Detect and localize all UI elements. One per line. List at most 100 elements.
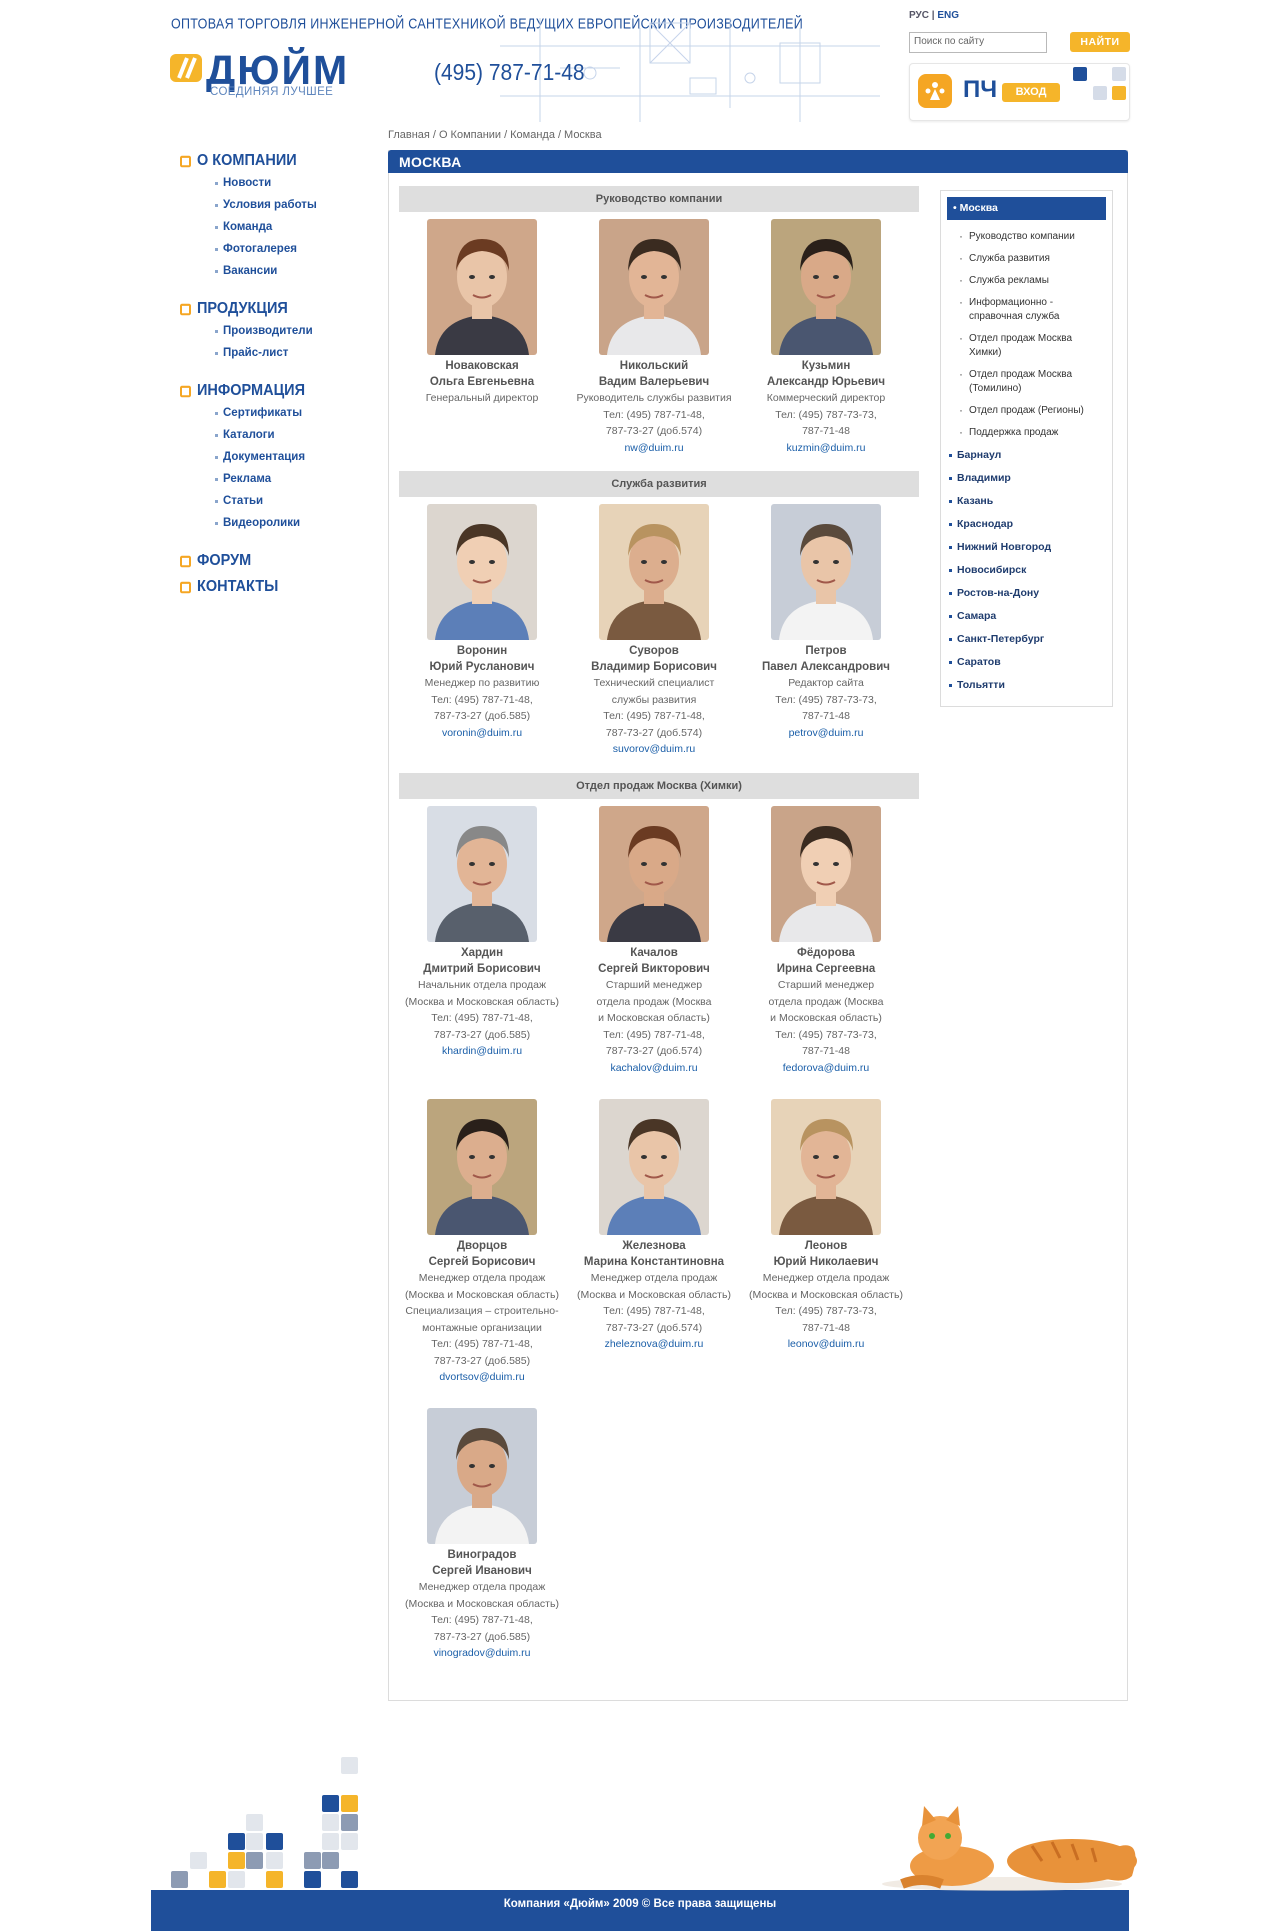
subnav-city-item[interactable]: Краснодар: [947, 513, 1106, 536]
breadcrumb-team[interactable]: Команда: [510, 129, 555, 141]
square-bullet-icon: [180, 155, 191, 167]
employee-detail: Генеральный директор: [425, 392, 539, 404]
subnav-city-item[interactable]: Барнаул: [947, 444, 1106, 467]
deco-square: [209, 1871, 226, 1888]
employee-photo: [599, 806, 709, 942]
nav-item-catalogs[interactable]: Каталоги: [215, 424, 370, 446]
deco-square: [341, 1814, 358, 1831]
nav-title-products[interactable]: ПРОДУКЦИЯ: [180, 297, 370, 320]
subnav-city-item[interactable]: Нижний Новгород: [947, 536, 1106, 559]
page: ОПТОВАЯ ТОРГОВЛЯ ИНЖЕНЕРНОЙ САНТЕХНИКОЙ …: [0, 0, 1280, 1931]
employee-email-link[interactable]: fedorova@duim.ru: [783, 1062, 870, 1074]
lang-ru-link[interactable]: РУС: [909, 10, 929, 21]
employee-surname: Никольский: [619, 360, 689, 372]
employee-detail: Специализация – строительно-: [405, 1305, 559, 1317]
nav-item-pricelist[interactable]: Прайс-лист: [215, 342, 370, 364]
nav-item-certificates[interactable]: Сертификаты: [215, 402, 370, 424]
nav-section-forum: ФОРУМ: [180, 550, 370, 572]
subnav-department-item[interactable]: Отдел продаж (Регионы): [947, 400, 1106, 422]
employee-detail: 787-73-27 (доб.574): [605, 1321, 703, 1334]
employee-detail: и Московская область): [598, 1012, 710, 1024]
employee-card: Воронин Юрий Русланович Менеджер по развит…: [396, 504, 568, 741]
square-bullet-icon: [180, 555, 191, 567]
nav-item-manufacturers[interactable]: Производители: [215, 320, 370, 342]
employee-photo: [771, 806, 881, 942]
employee-detail: (Москва и Московская область): [577, 1288, 731, 1301]
subnav-city-item[interactable]: Владимир: [947, 467, 1106, 490]
nav-item-gallery[interactable]: Фотогалерея: [215, 238, 370, 260]
subnav-active-moscow[interactable]: • Москва: [947, 197, 1106, 220]
deco-square: [266, 1871, 283, 1888]
department-header: Отдел продаж Москва (Химки): [399, 773, 919, 799]
nav-item-news[interactable]: Новости: [215, 172, 370, 194]
nav-item-vacancies[interactable]: Вакансии: [215, 260, 370, 282]
employee-email-link[interactable]: nw@duim.ru: [624, 442, 683, 454]
employee-detail: 787-71-48: [802, 1321, 850, 1334]
nav-item-videos[interactable]: Видеоролики: [215, 512, 370, 534]
subnav-city-item[interactable]: Новосибирск: [947, 559, 1106, 582]
subnav-department-item[interactable]: Служба развития: [947, 248, 1106, 270]
subnav-city-item[interactable]: Санкт-Петербург: [947, 628, 1106, 651]
subnav-city-item[interactable]: Саратов: [947, 651, 1106, 674]
nav-item-terms[interactable]: Условия работы: [215, 194, 370, 216]
subnav-department-item[interactable]: Служба рекламы: [947, 270, 1106, 292]
subnav-city-item[interactable]: Самара: [947, 605, 1106, 628]
nav-title-contacts[interactable]: КОНТАКТЫ: [180, 575, 370, 598]
lang-en-link[interactable]: ENG: [937, 10, 959, 21]
subnav-department-item[interactable]: Поддержка продаж: [947, 422, 1106, 444]
employee-email-link[interactable]: petrov@duim.ru: [789, 727, 864, 739]
employee-given-name: Александр Юрьевич: [766, 376, 886, 388]
employee-email-link[interactable]: zheleznova@duim.ru: [605, 1338, 704, 1350]
breadcrumb-company[interactable]: О Компании: [439, 129, 501, 141]
employee-surname: Кузьмин: [801, 360, 851, 372]
employee-detail: 787-73-27 (доб.574): [605, 425, 703, 437]
subnav-department-list: Руководство компанииСлужба развитияСлужб…: [947, 226, 1106, 444]
employee-surname: Суворов: [629, 645, 679, 657]
employee-detail: 787-73-27 (доб.585): [433, 710, 531, 722]
employee-email-link[interactable]: suvorov@duim.ru: [613, 743, 695, 755]
subnav-department-item[interactable]: Отдел продаж Москва Химки): [947, 328, 1106, 364]
subnav-city-item[interactable]: Казань: [947, 490, 1106, 513]
employee-card: Хардин Дмитрий Борисович Начальник отдела …: [396, 806, 568, 1060]
deco-square: [246, 1833, 263, 1850]
subnav-city-item[interactable]: Тольятти: [947, 674, 1106, 697]
footer-bar: [151, 1890, 1129, 1931]
subnav-department-item[interactable]: Руководство компании: [947, 226, 1106, 248]
deco-square: [266, 1833, 283, 1850]
deco-square: [228, 1852, 245, 1869]
employee-email-link[interactable]: vinogradov@duim.ru: [433, 1647, 530, 1659]
employee-email-link[interactable]: kuzmin@duim.ru: [787, 442, 866, 454]
login-button[interactable]: ВХОД: [1002, 83, 1060, 102]
nav-item-documentation[interactable]: Документация: [215, 446, 370, 468]
employee-given-name: Юрий Русланович: [429, 661, 535, 673]
nav-title-company[interactable]: О КОМПАНИИ: [180, 149, 370, 172]
nav-section-products: ПРОДУКЦИЯ Производители Прайс-лист: [180, 298, 370, 364]
search-button[interactable]: НАЙТИ: [1070, 32, 1130, 52]
nav-title-forum[interactable]: ФОРУМ: [180, 549, 370, 572]
nav-title-info[interactable]: ИНФОРМАЦИЯ: [180, 379, 370, 402]
language-switcher: РУС | ENG: [909, 10, 959, 21]
deco-square: [228, 1833, 245, 1850]
breadcrumb-home[interactable]: Главная: [388, 129, 430, 141]
employee-email-link[interactable]: leonov@duim.ru: [788, 1338, 865, 1350]
employee-detail: Менеджер отдела продаж: [762, 1272, 890, 1284]
nav-item-articles[interactable]: Статьи: [215, 490, 370, 512]
search-input[interactable]: Поиск по сайту: [909, 32, 1047, 53]
deco-square: [322, 1814, 339, 1831]
employee-email-link[interactable]: voronin@duim.ru: [442, 727, 522, 739]
nav-item-team[interactable]: Команда: [215, 216, 370, 238]
logo-slogan: СОЕДИНЯЯ ЛУЧШЕЕ: [210, 86, 334, 98]
employee-email-link[interactable]: kachalov@duim.ru: [610, 1062, 697, 1074]
employee-email-link[interactable]: khardin@duim.ru: [442, 1045, 522, 1057]
subnav-city-item[interactable]: Ростов-на-Дону: [947, 582, 1106, 605]
employee-email-link[interactable]: dvortsov@duim.ru: [439, 1371, 524, 1383]
subnav-department-item[interactable]: Информационно - справочная служба: [947, 292, 1106, 328]
employee-detail: Менеджер по развитию: [424, 677, 540, 689]
subnav-department-item[interactable]: Отдел продаж Москва (Томилино): [947, 364, 1106, 400]
employee-detail: Менеджер отдела продаж: [418, 1272, 546, 1284]
deco-square: [341, 1833, 358, 1850]
employee-card: Суворов Владимир Борисович Технический спе…: [568, 504, 740, 758]
deco-square: [304, 1871, 321, 1888]
nav-item-advertising[interactable]: Реклама: [215, 468, 370, 490]
employee-detail: Тел: (495) 787-73-73,: [775, 1305, 877, 1317]
